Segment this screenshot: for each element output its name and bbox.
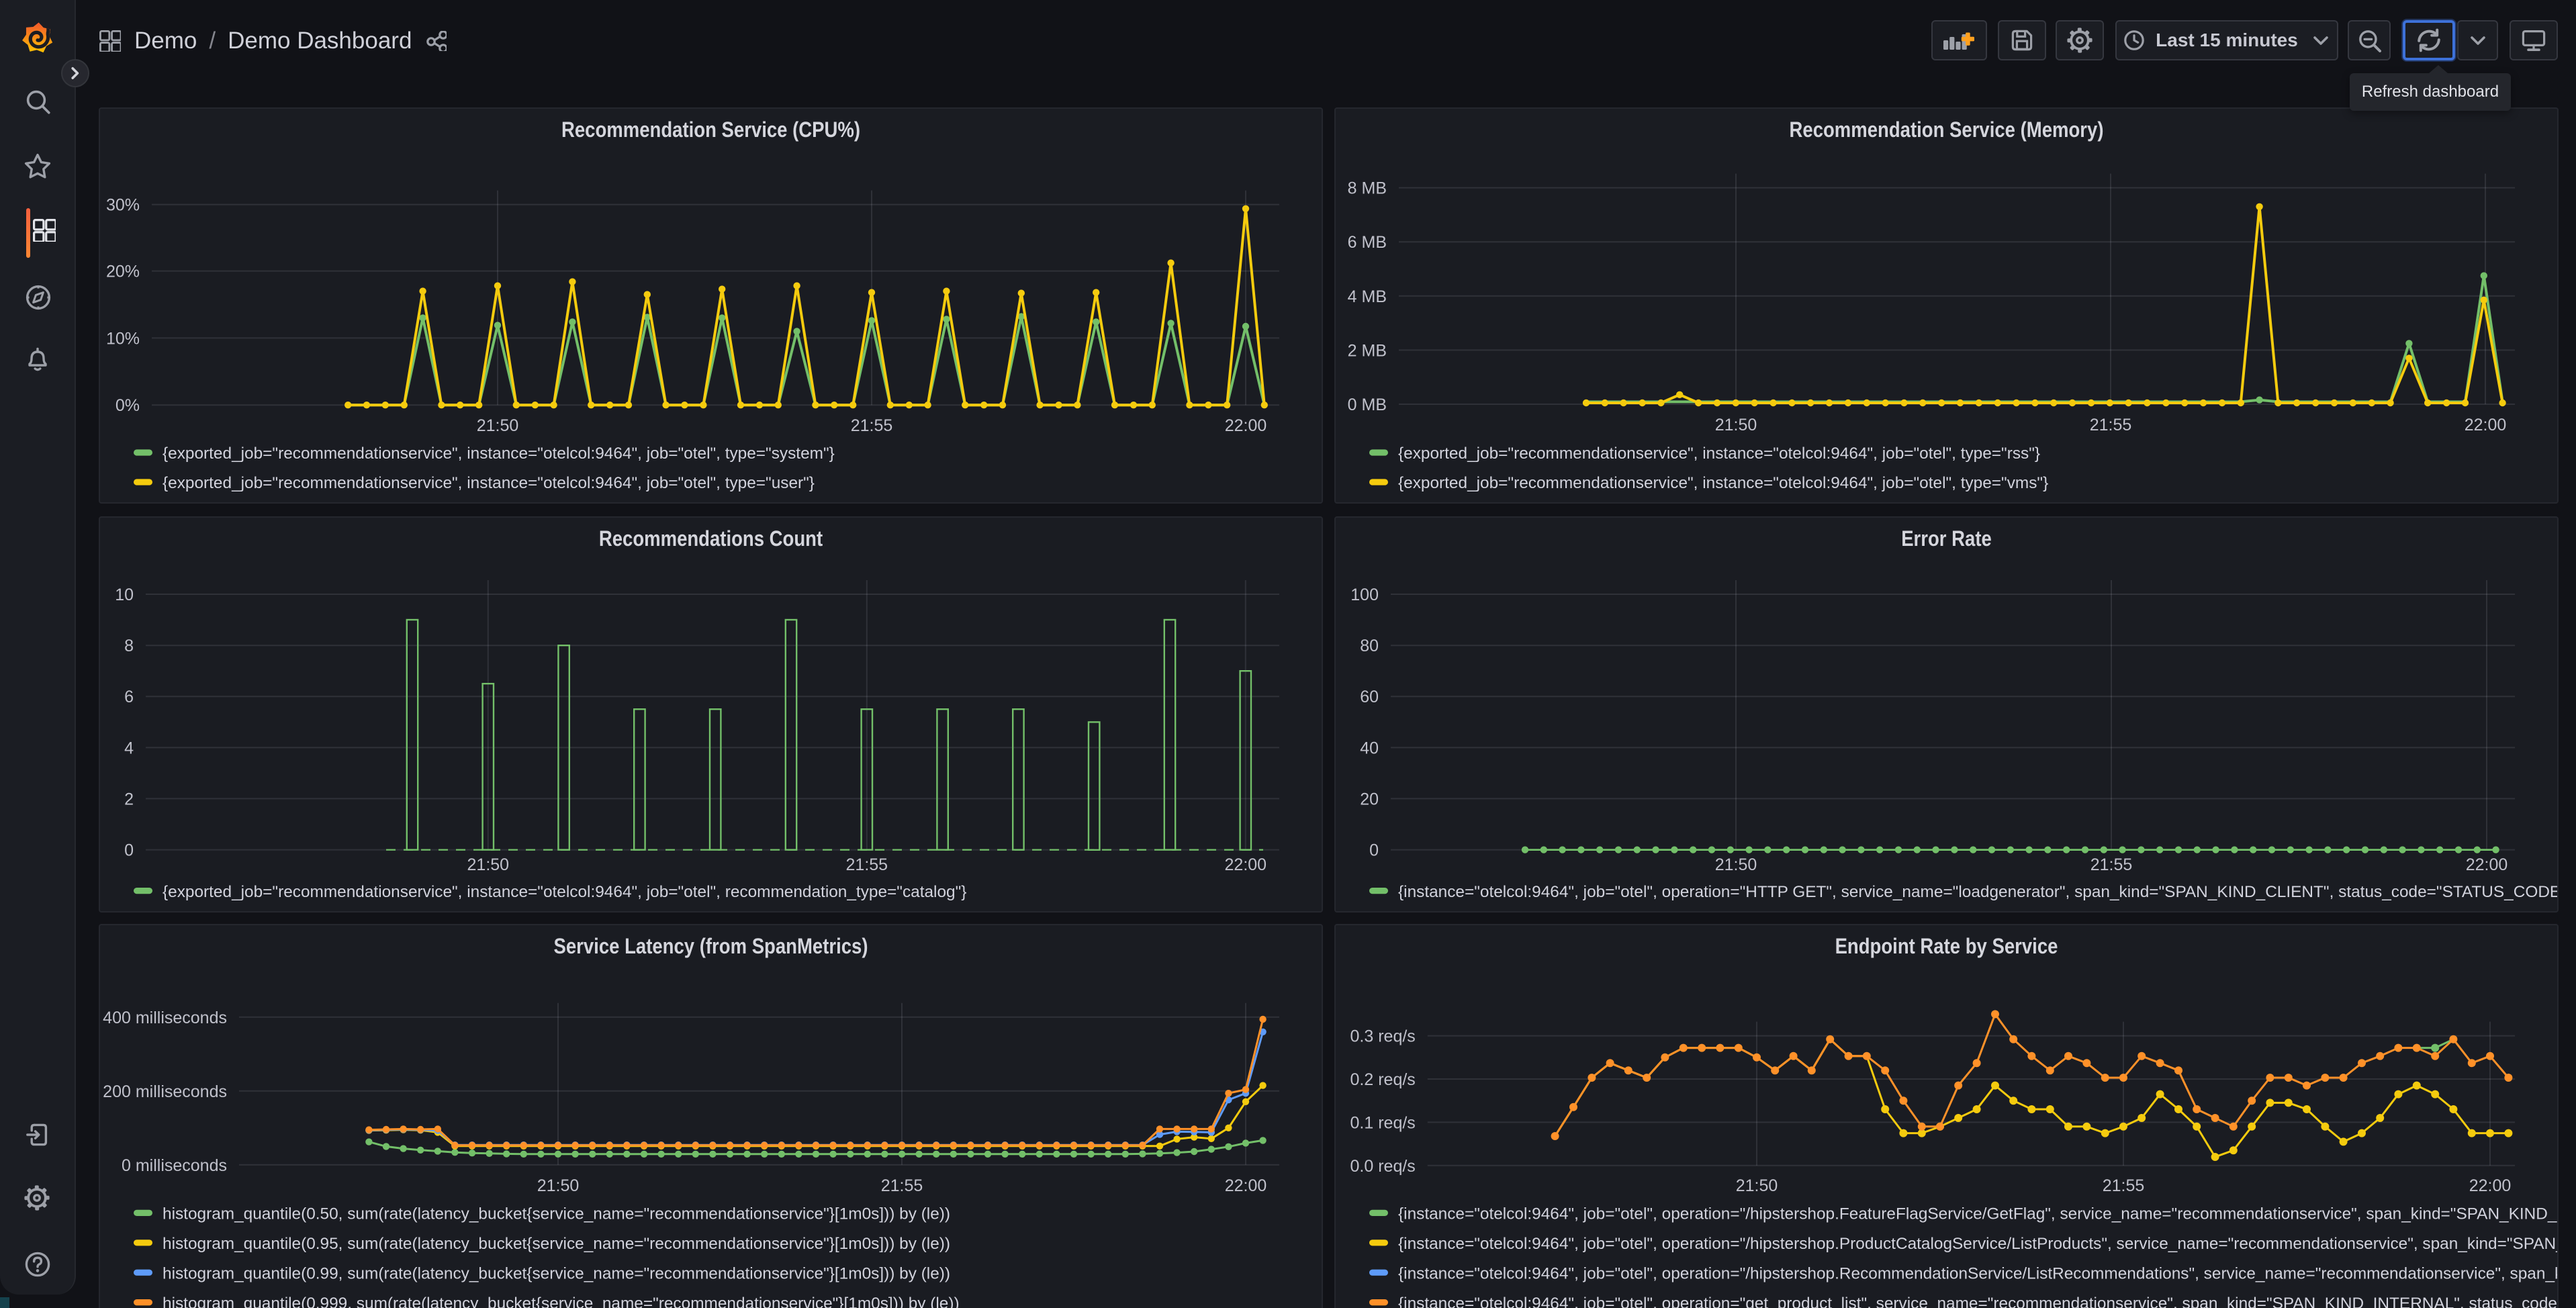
svg-text:0.2 req/s: 0.2 req/s [1350,1070,1416,1089]
svg-text:400 milliseconds: 400 milliseconds [103,1009,227,1027]
svg-text:30%: 30% [106,196,140,215]
svg-text:{instance="otelcol:9464", job=: {instance="otelcol:9464", job="otel", op… [1398,1265,2559,1283]
svg-text:21:50: 21:50 [1715,416,1757,434]
svg-text:{instance="otelcol:9464", job=: {instance="otelcol:9464", job="otel", op… [1398,882,2559,900]
svg-text:21:50: 21:50 [467,855,510,874]
svg-text:{exported_job="recommendations: {exported_job="recommendationservice", i… [163,882,966,900]
svg-text:80: 80 [1360,637,1379,655]
svg-text:21:50: 21:50 [1715,855,1757,874]
svg-text:21:55: 21:55 [2103,1176,2145,1195]
svg-text:histogram_quantile(0.50, sum(r: histogram_quantile(0.50, sum(rate(latenc… [163,1205,950,1223]
svg-text:22:00: 22:00 [2465,416,2507,434]
svg-text:20: 20 [1360,790,1379,808]
svg-text:{exported_job="recommendations: {exported_job="recommendationservice", i… [163,445,835,463]
svg-text:21:50: 21:50 [477,416,519,435]
svg-text:0.1 req/s: 0.1 req/s [1350,1114,1416,1133]
svg-text:200 milliseconds: 200 milliseconds [103,1082,227,1101]
svg-text:{instance="otelcol:9464", job=: {instance="otelcol:9464", job="otel", op… [1398,1205,2559,1223]
svg-text:0: 0 [124,841,134,859]
svg-text:10: 10 [115,586,134,604]
svg-text:{instance="otelcol:9464", job=: {instance="otelcol:9464", job="otel", op… [1398,1235,2559,1253]
svg-text:10%: 10% [106,329,140,348]
svg-text:22:00: 22:00 [1225,855,1267,874]
svg-text:21:55: 21:55 [2090,855,2133,874]
svg-text:22:00: 22:00 [1225,1176,1267,1195]
svg-text:4 MB: 4 MB [1348,287,1387,306]
svg-text:{exported_job="recommendations: {exported_job="recommendationservice", i… [1398,474,2048,492]
svg-text:{instance="otelcol:9464", job=: {instance="otelcol:9464", job="otel", op… [1398,1295,2559,1308]
svg-text:22:00: 22:00 [2469,1176,2512,1195]
svg-text:8 MB: 8 MB [1348,179,1387,198]
svg-text:{exported_job="recommendations: {exported_job="recommendationservice", i… [163,474,815,492]
svg-text:22:00: 22:00 [1225,416,1267,435]
svg-text:21:55: 21:55 [881,1176,923,1195]
svg-text:21:55: 21:55 [2090,416,2132,434]
svg-text:2 MB: 2 MB [1348,341,1387,360]
svg-text:22:00: 22:00 [2466,855,2508,874]
svg-text:20%: 20% [106,263,140,281]
svg-text:histogram_quantile(0.999, sum(: histogram_quantile(0.999, sum(rate(laten… [163,1295,960,1308]
svg-text:21:50: 21:50 [1736,1176,1778,1195]
svg-text:6: 6 [124,688,134,706]
svg-text:100: 100 [1350,586,1379,604]
svg-text:0: 0 [1369,841,1379,859]
svg-text:0%: 0% [116,396,140,415]
svg-text:0 milliseconds: 0 milliseconds [122,1156,227,1175]
svg-text:60: 60 [1360,688,1379,706]
svg-text:6 MB: 6 MB [1348,233,1387,252]
svg-text:0.0 req/s: 0.0 req/s [1350,1157,1416,1176]
svg-text:0 MB: 0 MB [1348,395,1387,414]
svg-text:21:55: 21:55 [851,416,893,435]
svg-text:2: 2 [124,790,134,808]
svg-text:21:55: 21:55 [846,855,888,874]
svg-text:0.3 req/s: 0.3 req/s [1350,1027,1416,1046]
svg-text:4: 4 [124,739,134,757]
svg-text:21:50: 21:50 [537,1176,580,1195]
svg-text:8: 8 [124,637,134,655]
svg-text:{exported_job="recommendations: {exported_job="recommendationservice", i… [1398,445,2040,463]
svg-text:40: 40 [1360,739,1379,757]
svg-text:histogram_quantile(0.95, sum(r: histogram_quantile(0.95, sum(rate(latenc… [163,1235,950,1253]
svg-text:histogram_quantile(0.99, sum(r: histogram_quantile(0.99, sum(rate(latenc… [163,1265,950,1283]
